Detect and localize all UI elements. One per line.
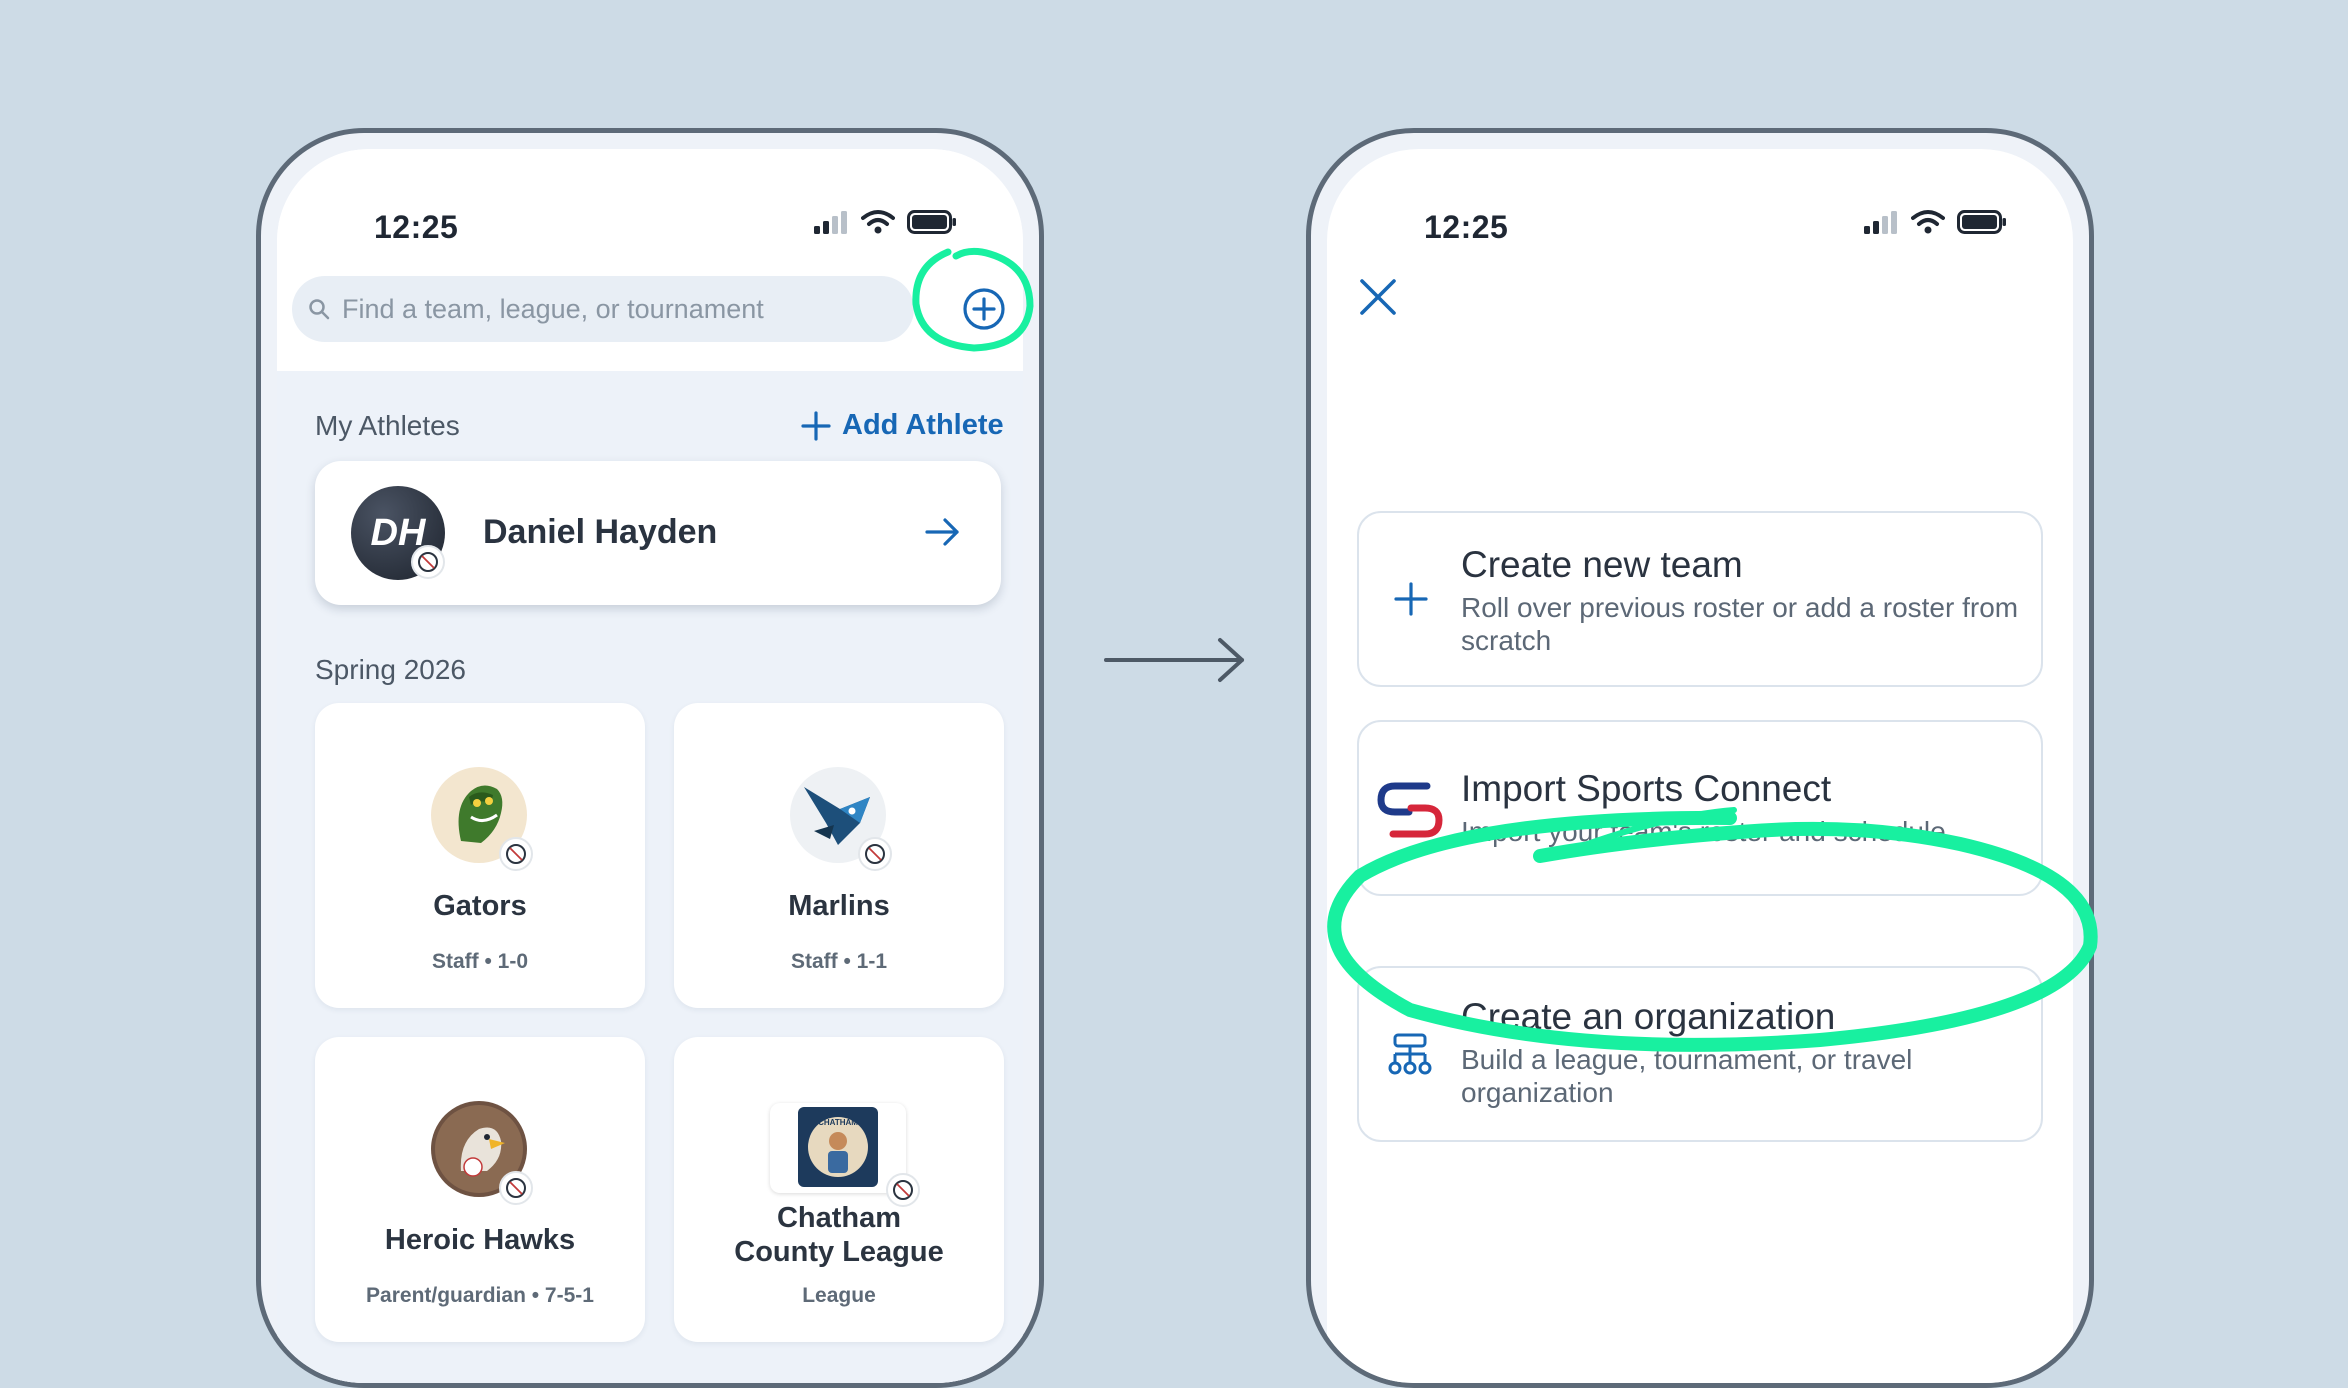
transition-arrow-icon bbox=[1104, 638, 1244, 682]
status-time: 12:25 bbox=[1424, 209, 1509, 245]
chatham-league-logo: CHATHAM bbox=[770, 1103, 906, 1193]
baseball-icon bbox=[499, 1171, 533, 1205]
svg-text:CHATHAM: CHATHAM bbox=[818, 1118, 858, 1127]
create-new-team-option[interactable]: Create new team Roll over previous roste… bbox=[1357, 511, 2043, 687]
battery-icon bbox=[1957, 209, 2006, 234]
right-phone: 12:25 Create new team Roll over previous… bbox=[1306, 128, 2094, 1388]
battery-icon bbox=[907, 209, 956, 234]
team-name: Gators bbox=[433, 890, 527, 922]
cellular-signal-icon bbox=[1864, 210, 1897, 234]
left-phone: 12:25 Find a team, league, or tournament… bbox=[256, 128, 1044, 1388]
right-phone-screen: 12:25 Create new team Roll over previous… bbox=[1327, 149, 2073, 1383]
my-athletes-label: My Athletes bbox=[315, 410, 460, 441]
plus-icon bbox=[1393, 581, 1429, 622]
team-name-line-1: Chatham bbox=[776, 1202, 902, 1234]
left-phone-screen: 12:25 Find a team, league, or tournament… bbox=[277, 149, 1023, 1383]
option-description: Roll over previous roster or add a roste… bbox=[1461, 592, 2019, 656]
status-bar: 12:25 bbox=[277, 149, 1023, 259]
option-description: Build a league, tournament, or travel or… bbox=[1461, 1044, 1913, 1108]
cellular-signal-icon bbox=[814, 210, 847, 234]
team-card-marlins[interactable]: Marlins Staff • 1-1 bbox=[674, 703, 1004, 1008]
status-bar: 12:25 bbox=[1327, 149, 2073, 259]
close-button[interactable] bbox=[1357, 276, 1399, 323]
season-label: Spring 2026 bbox=[315, 654, 467, 685]
team-card-gators[interactable]: Gators Staff • 1-0 bbox=[315, 703, 645, 1008]
athlete-card[interactable]: DH Daniel Hayden bbox=[315, 461, 1001, 605]
import-sports-connect-option[interactable]: Import Sports Connect Import your team's… bbox=[1357, 720, 2043, 896]
team-name: Marlins bbox=[788, 890, 890, 922]
status-icons bbox=[813, 209, 957, 234]
arrow-right-icon bbox=[923, 514, 963, 555]
add-athlete-button[interactable]: Add Athlete bbox=[800, 409, 1004, 442]
add-button[interactable] bbox=[955, 280, 1013, 343]
status-time: 12:25 bbox=[374, 209, 459, 245]
wifi-icon bbox=[861, 210, 895, 234]
option-title: Create an organization bbox=[1461, 996, 1836, 1037]
athlete-name: Daniel Hayden bbox=[483, 513, 718, 551]
team-card-heroic-hawks[interactable]: Heroic Hawks Parent/guardian • 7-5-1 bbox=[315, 1037, 645, 1342]
team-record: League bbox=[802, 1284, 876, 1307]
baseball-icon bbox=[499, 837, 533, 871]
status-icons bbox=[1863, 209, 2007, 234]
option-description: Import your team's roster and schedule bbox=[1461, 816, 1946, 847]
team-record: Staff • 1-1 bbox=[790, 950, 888, 973]
team-name: Heroic Hawks bbox=[384, 1224, 576, 1256]
org-chart-icon bbox=[1387, 1032, 1433, 1083]
add-athlete-label: Add Athlete bbox=[842, 409, 1004, 441]
team-record: Parent/guardian • 7-5-1 bbox=[366, 1284, 594, 1307]
baseball-icon bbox=[858, 837, 892, 871]
search-icon bbox=[308, 298, 330, 320]
search-placeholder: Find a team, league, or tournament bbox=[342, 293, 764, 324]
wifi-icon bbox=[1911, 210, 1945, 234]
team-record: Staff • 1-0 bbox=[431, 950, 529, 973]
team-card-chatham-county-league[interactable]: CHATHAM Chatham County League League bbox=[674, 1037, 1004, 1342]
close-icon bbox=[1360, 279, 1396, 315]
sports-connect-logo bbox=[1375, 778, 1445, 847]
option-title: Import Sports Connect bbox=[1461, 768, 1832, 809]
team-name-line-2: County League bbox=[734, 1236, 944, 1268]
baseball-icon bbox=[411, 545, 445, 579]
search-input[interactable]: Find a team, league, or tournament bbox=[292, 276, 914, 342]
plus-circle-icon bbox=[963, 288, 1005, 330]
plus-icon bbox=[801, 410, 831, 441]
option-title: Create new team bbox=[1461, 544, 1743, 585]
create-organization-option[interactable]: Create an organization Build a league, t… bbox=[1357, 966, 2043, 1142]
